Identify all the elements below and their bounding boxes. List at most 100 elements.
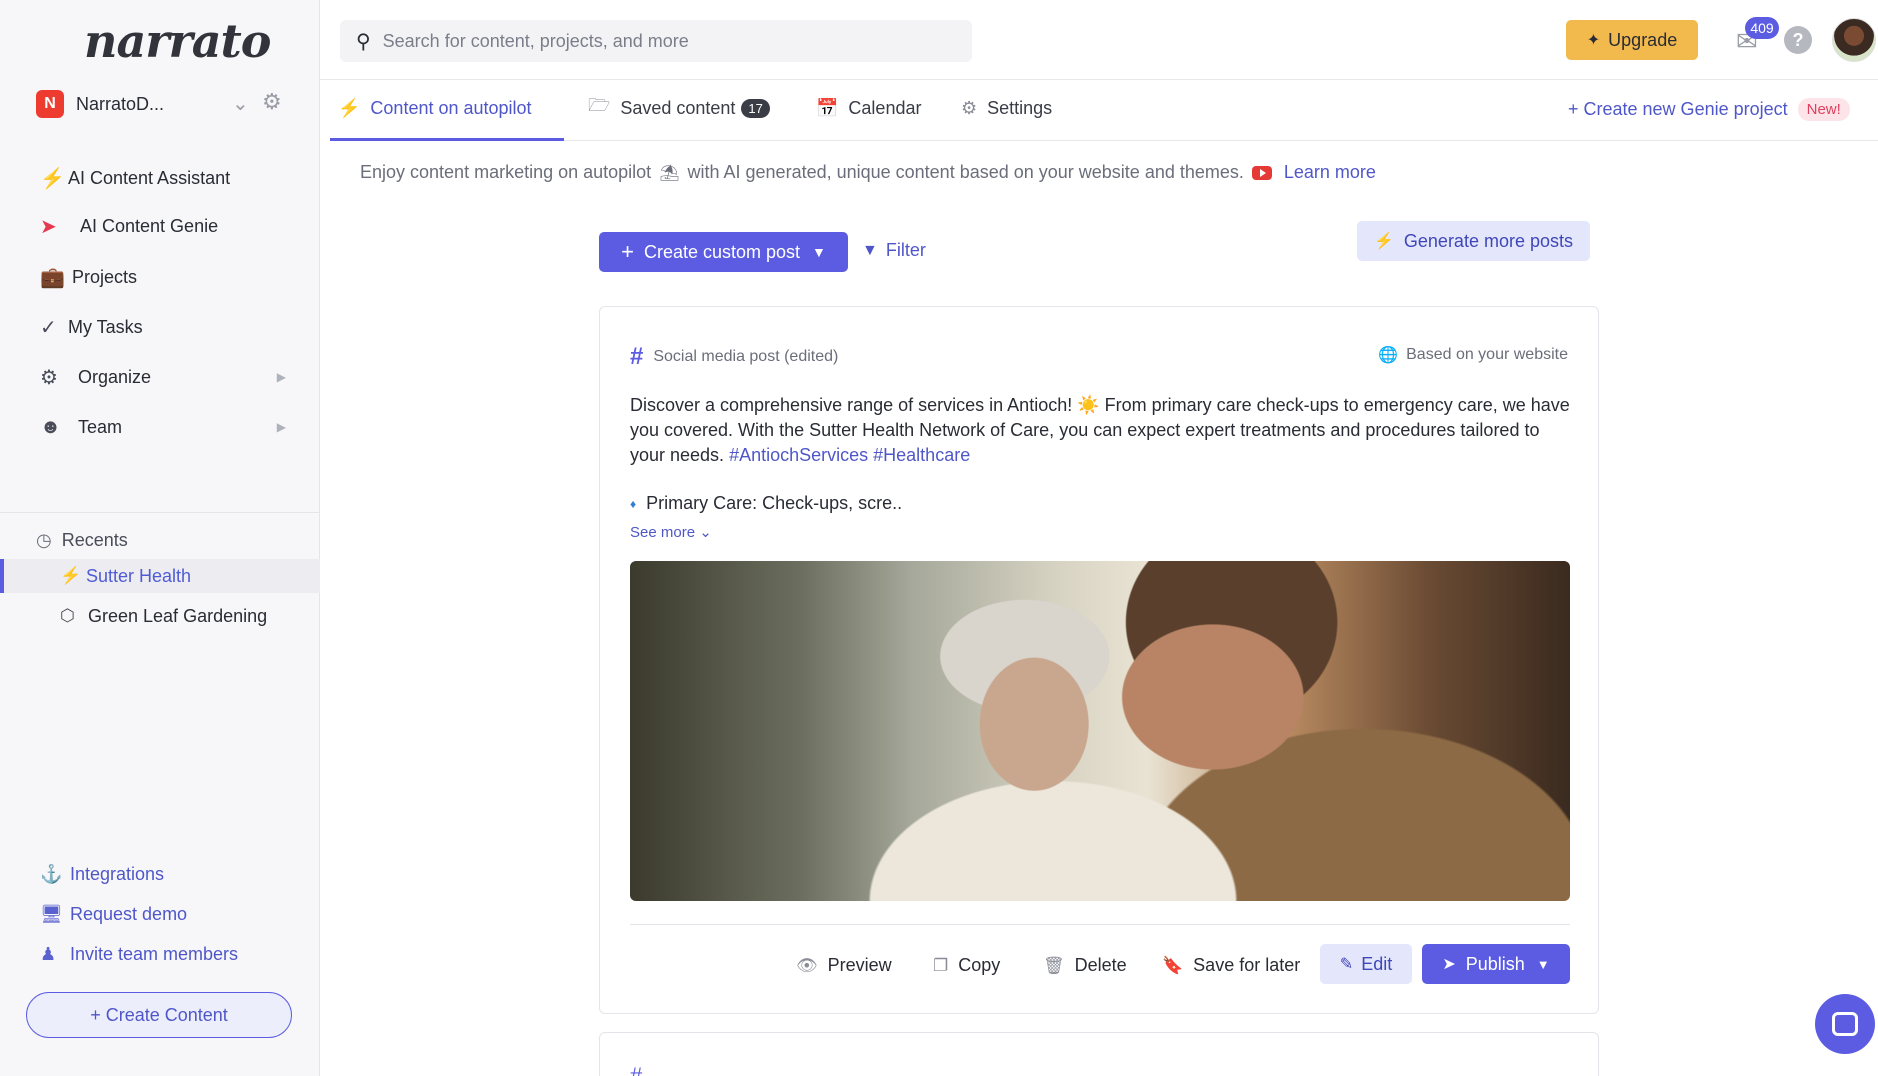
nav-item-label: AI Content Genie [80,215,219,236]
workspace-name: NarratoD... [76,93,165,114]
card-divider [630,924,1570,925]
nav-item-team[interactable]: ☻ Team ▶ [40,407,290,447]
chevron-down-icon: ▼ [812,244,826,260]
post-bullet: ♦ Primary Care: Check-ups, scre.. [630,493,902,514]
nav-item-ai-content-genie[interactable]: ➤ AI Content Genie [40,206,290,246]
chevron-down-icon[interactable]: ⌄ [232,91,249,116]
search-icon: ⚲ [356,30,371,53]
monitor-icon: 🖥 [40,904,63,924]
filter-button[interactable]: ▼ Filter [862,240,926,261]
publish-label: Publish [1465,953,1525,974]
upgrade-label: Upgrade [1608,29,1678,50]
topbar-divider [320,79,1878,80]
request-demo-link[interactable]: 🖥 Request demo [40,904,187,925]
nav-item-my-tasks[interactable]: ✓ My Tasks [40,307,290,347]
eye-icon: 👁 [796,955,818,975]
nav-item-projects[interactable]: 💼 Projects [40,257,290,297]
generate-more-posts-button[interactable]: ⚡ Generate more posts [1357,221,1590,261]
sidebar: narrato N NarratoD... ⌄ ⚙ ⚡ AI Content A… [0,0,320,1076]
chat-launcher-button[interactable] [1815,994,1875,1054]
funnel-icon: ▼ [862,241,878,259]
create-custom-post-button[interactable]: + Create custom post ▼ [599,232,848,272]
upgrade-button[interactable]: ✦ Upgrade [1566,20,1698,60]
youtube-icon [1251,165,1272,180]
see-more-label: See more [630,524,696,541]
tab-label: Content on autopilot [370,97,532,118]
new-badge: New! [1797,98,1850,121]
narrato-logo[interactable]: narrato [84,14,271,68]
create-custom-post-label: Create custom post [643,241,801,262]
create-genie-label: + Create new Genie project [1568,99,1788,119]
folder-icon: 🗁 [588,95,611,115]
gears-icon: ⚙ [40,366,58,389]
recent-item-label: Green Leaf Gardening [88,605,268,626]
post-type-label: Social media post (edited) [653,348,839,365]
lightning-icon: ⚡ [338,97,361,118]
integrations-link[interactable]: ⚓ Integrations [40,864,164,885]
invite-team-link[interactable]: ♟ Invite team members [40,944,238,965]
bookmark-icon: 🔖 [1162,955,1184,975]
calendar-icon: 📅 [816,97,839,118]
learn-more-link[interactable]: Learn more [1284,162,1376,183]
recent-item-sutter-health[interactable]: ⚡ Sutter Health [0,559,320,593]
nav-item-organize[interactable]: ⚙ Organize ▶ [40,357,290,397]
create-genie-project-link[interactable]: + Create new Genie project New! [1568,98,1850,121]
recent-item-green-leaf[interactable]: ⬡ Green Leaf Gardening [0,599,320,633]
tab-label: Calendar [848,97,922,118]
notification-count-badge: 409 [1745,17,1779,39]
help-icon[interactable]: ? [1784,26,1812,54]
workspace-badge: N [36,90,64,118]
lightning-icon: ⚡ [40,167,65,190]
diamond-icon: ♦ [630,496,637,511]
briefcase-icon: 💼 [40,266,65,289]
trash-icon: 🗑 [1043,955,1065,975]
recent-item-label: Sutter Health [86,565,192,586]
chevron-down-icon: ⌄ [699,524,712,541]
team-icon: ☻ [40,415,62,438]
intro-text-after: with AI generated, unique content based … [687,162,1244,182]
post-body: Discover a comprehensive range of servic… [630,393,1570,468]
edit-button[interactable]: ✎ Edit [1320,944,1412,984]
delete-button[interactable]: 🗑 Delete [1043,955,1127,976]
preview-button[interactable]: 👁 Preview [796,955,892,976]
tab-calendar[interactable]: 📅 Calendar [816,96,921,120]
post-hashtags[interactable]: #AntiochServices #Healthcare [729,445,970,465]
copy-label: Copy [958,955,1001,975]
post-type: # Social media post (edited) [630,343,838,371]
tab-settings[interactable]: ⚙ Settings [961,96,1052,120]
nav-item-label: My Tasks [68,316,143,337]
invite-label: Invite team members [70,944,239,964]
recents-heading: ◷ Recents [36,530,128,551]
post-source: 🌐 Based on your website [1378,345,1568,365]
lightning-icon: ⚡ [60,566,82,585]
save-for-later-button[interactable]: 🔖 Save for later [1162,955,1300,976]
nav-item-label: Organize [78,366,152,387]
caret-right-icon: ▶ [276,420,286,434]
tab-content-on-autopilot[interactable]: ⚡ Content on autopilot [338,96,532,120]
chevron-down-icon: ▼ [1536,956,1550,972]
request-demo-label: Request demo [70,904,188,924]
create-content-button[interactable]: + Create Content [26,992,292,1038]
avatar[interactable] [1832,18,1876,62]
search-input[interactable] [382,30,943,52]
see-more-link[interactable]: See more ⌄ [630,523,712,541]
edit-label: Edit [1361,953,1393,974]
cube-icon: ⬡ [60,606,75,625]
beach-icon: ⛱ [659,164,680,182]
search-bar[interactable]: ⚲ [340,20,972,62]
hashtag-icon: # [630,343,644,370]
publish-button[interactable]: ➤ Publish ▼ [1422,944,1570,984]
post-source-label: Based on your website [1406,346,1568,363]
filter-label: Filter [885,240,926,260]
sidebar-divider [0,512,320,513]
copy-button[interactable]: ❐ Copy [933,955,1000,976]
nav-item-label: Team [78,416,123,437]
nav-item-ai-content-assistant[interactable]: ⚡ AI Content Assistant [40,158,290,198]
add-user-icon: ♟ [40,944,57,964]
generate-more-label: Generate more posts [1403,230,1573,251]
tab-label: Settings [987,97,1053,118]
gear-icon[interactable]: ⚙ [262,89,282,115]
globe-icon: 🌐 [1378,347,1399,364]
workspace-switcher[interactable]: N NarratoD... ⌄ ⚙ [36,89,286,119]
tab-saved-content[interactable]: 🗁 Saved content 17 [588,95,770,120]
